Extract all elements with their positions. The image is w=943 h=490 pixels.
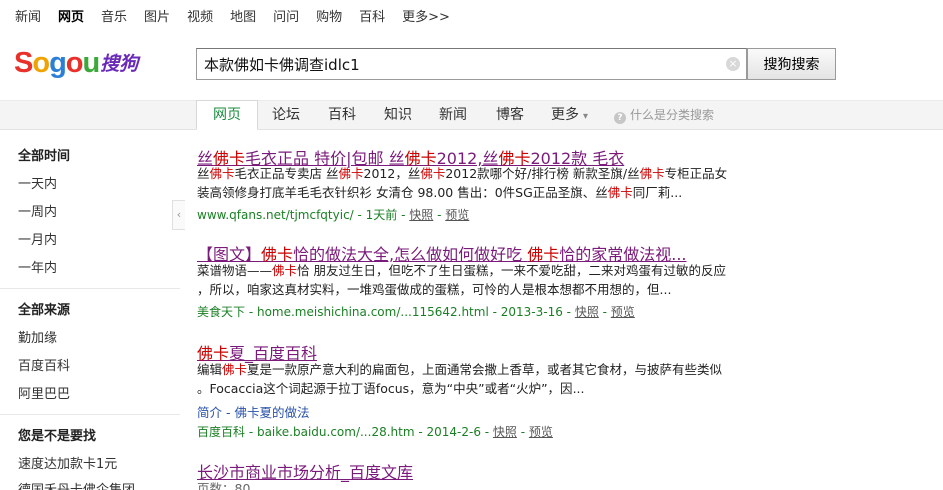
question-icon: ?	[614, 112, 626, 124]
search-input[interactable]	[204, 49, 719, 79]
category-tabs: 网页 论坛 百科 知识 新闻 博客 更多 ? 什么是分类搜索	[0, 100, 943, 130]
sidebar-divider	[0, 288, 180, 289]
suggest-item[interactable]: 德国禾丹卡佛企集团	[18, 479, 135, 490]
topnav-shopping[interactable]: 购物	[316, 6, 342, 25]
preview-link[interactable]: 预览	[529, 425, 553, 439]
keyword-highlight: 佛卡	[420, 166, 446, 181]
topnav-images[interactable]: 图片	[144, 6, 170, 25]
tab-baike[interactable]: 百科	[328, 101, 356, 130]
result-url-text[interactable]: 百度百科 - baike.baidu.com/...28.htm - 2014-…	[197, 425, 481, 439]
topnav-wenwen[interactable]: 问问	[273, 6, 299, 25]
top-nav: 新闻 网页 音乐 图片 视频 地图 问问 购物 百科 更多>>	[0, 0, 467, 30]
tab-blog[interactable]: 博客	[496, 101, 524, 130]
result-snippet: 装高领修身打底羊毛毛衣针织衫 女清仓 98.00 售出：0件SG正品圣旗、丝佛卡…	[197, 185, 683, 200]
keyword-highlight: 佛卡	[222, 362, 248, 377]
snapshot-link[interactable]: 快照	[493, 425, 517, 439]
time-filter-week[interactable]: 一周内	[18, 201, 57, 220]
preview-link[interactable]: 预览	[611, 305, 635, 319]
keyword-highlight: 佛卡	[272, 263, 298, 278]
topnav-map[interactable]: 地图	[230, 6, 256, 25]
topnav-music[interactable]: 音乐	[101, 6, 127, 25]
filter-sidebar: 全部时间 一天内 一周内 一月内 一年内 全部来源 勤加缘 百度百科 阿里巴巴 …	[0, 131, 185, 490]
tab-forum[interactable]: 论坛	[272, 101, 300, 130]
result-snippet: 页数：80	[197, 481, 251, 490]
snapshot-link[interactable]: 快照	[575, 305, 599, 319]
search-box: ×	[196, 48, 747, 80]
collapse-sidebar-icon[interactable]: ‹	[172, 200, 185, 230]
result-url: www.qfans.net/tjmcfqtyic/ - 1天前 - 快照 - 预…	[197, 208, 470, 222]
tab-more[interactable]: 更多	[551, 101, 588, 130]
source-filter-item[interactable]: 阿里巴巴	[18, 383, 70, 402]
result-url: 百度百科 - baike.baidu.com/...28.htm - 2014-…	[197, 425, 553, 439]
result-snippet: 。Focaccia这个词起源于拉丁语focus，意为“中央”或者“火炉”，因..…	[197, 381, 585, 396]
clear-icon[interactable]: ×	[726, 57, 740, 71]
tab-news[interactable]: 新闻	[439, 101, 467, 130]
topnav-news[interactable]: 新闻	[15, 6, 41, 25]
topnav-baike[interactable]: 百科	[359, 6, 385, 25]
category-help-link[interactable]: ? 什么是分类搜索	[614, 101, 714, 129]
keyword-highlight: 佛卡	[338, 166, 364, 181]
snapshot-link[interactable]: 快照	[409, 208, 433, 222]
source-filter-item[interactable]: 百度百科	[18, 355, 70, 374]
source-filter-title[interactable]: 全部来源	[18, 299, 70, 318]
tab-knowledge[interactable]: 知识	[384, 101, 412, 130]
result-snippet: 丝佛卡毛衣正品专卖店 丝佛卡2012，丝佛卡2012款哪个好/排行榜 新款圣旗/…	[197, 166, 728, 181]
result-sublinks[interactable]: 简介 - 佛卡夏的做法	[197, 402, 309, 421]
keyword-highlight: 佛卡	[607, 185, 633, 200]
suggest-title: 您是不是要找	[18, 429, 97, 444]
result-snippet: 编辑佛卡夏是一款原产意大利的扁面包，上面通常会撒上香草，或者其它食材，与披萨有些…	[197, 362, 723, 377]
search-button[interactable]: 搜狗搜索	[747, 48, 836, 80]
sidebar-divider	[0, 414, 180, 415]
result-url-text[interactable]: www.qfans.net/tjmcfqtyic/ - 1天前	[197, 208, 397, 222]
time-filter-year[interactable]: 一年内	[18, 257, 57, 276]
time-filter-month[interactable]: 一月内	[18, 229, 57, 248]
result-url-text[interactable]: 美食天下 - home.meishichina.com/...115642.ht…	[197, 305, 563, 319]
topnav-web[interactable]: 网页	[58, 6, 84, 25]
time-filter-day[interactable]: 一天内	[18, 173, 57, 192]
tab-web[interactable]: 网页	[196, 100, 258, 130]
result-url: 美食天下 - home.meishichina.com/...115642.ht…	[197, 305, 635, 319]
result-snippet: ，所以，咱家这真材实料，一堆鸡蛋做成的蛋糕，可怜的人是根本想都不用想的，但...	[197, 282, 672, 297]
source-filter-item[interactable]: 勤加缘	[18, 327, 57, 346]
preview-link[interactable]: 预览	[445, 208, 469, 222]
help-text: 什么是分类搜索	[630, 108, 715, 122]
keyword-highlight: 佛卡	[209, 166, 235, 181]
logo-latin: Sogou	[14, 47, 100, 79]
logo-chinese: 搜狗	[100, 53, 139, 75]
keyword-highlight: 佛卡	[639, 166, 665, 181]
time-filter-title[interactable]: 全部时间	[18, 145, 70, 164]
suggest-item[interactable]: 速度达加款卡1元	[18, 453, 117, 472]
topnav-more[interactable]: 更多>>	[402, 6, 450, 25]
result-snippet: 菜谱物语——佛卡恰 朋友过生日，但吃不了生日蛋糕，一来不爱吃甜，二来对鸡蛋有过敏…	[197, 263, 727, 278]
sogou-logo[interactable]: Sogou 搜狗	[14, 45, 139, 79]
topnav-video[interactable]: 视频	[187, 6, 213, 25]
